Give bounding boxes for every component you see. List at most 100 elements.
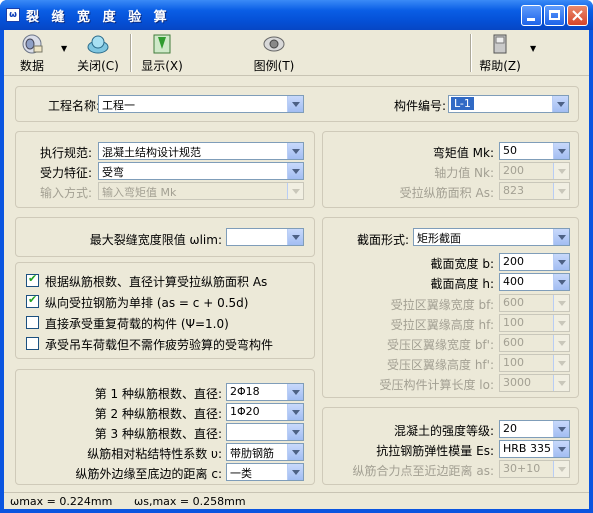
concrete-grade-value: 20 (503, 422, 517, 435)
rebar2-value: 1Φ20 (230, 405, 260, 418)
as-area-combo[interactable]: 823 (499, 182, 570, 200)
data-label: 数据 (19, 59, 44, 73)
tension-flange-width-label: 受拉区翼缘宽度 bf: (390, 298, 494, 312)
compression-flange-height-value: 100 (503, 356, 524, 369)
chevron-down-icon[interactable] (287, 163, 303, 179)
minimize-button[interactable] (521, 5, 542, 26)
data-dropdown-arrow-icon[interactable]: ▼ (61, 44, 67, 53)
rebar2-combo[interactable]: 1Φ20 (226, 403, 304, 421)
help-button[interactable]: 帮助(Z) (476, 32, 524, 74)
display-button[interactable]: 显示(X) (138, 32, 186, 74)
close-button[interactable]: 关闭(C) (74, 32, 122, 74)
chevron-down-icon[interactable] (553, 143, 569, 159)
close-window-button[interactable] (567, 5, 588, 26)
chevron-down-icon[interactable] (553, 163, 569, 179)
code-panel: 执行规范: 混凝土结构设计规范 受力特征: 受弯 输入方式: 输入弯矩值 Mk (15, 131, 315, 208)
checkbox-unchecked-icon[interactable] (26, 316, 39, 329)
project-panel: 工程名称: 工程一 构件编号: L-1 (15, 86, 579, 122)
rebar1-combo[interactable]: 2Φ18 (226, 383, 304, 401)
member-id-label: 构件编号: (393, 99, 446, 113)
title-bar[interactable]: ω 裂 缝 宽 度 验 算 (0, 0, 593, 30)
chevron-down-icon[interactable] (287, 96, 303, 112)
nk-combo[interactable]: 200 (499, 162, 570, 180)
compression-flange-height-combo[interactable]: 100 (499, 354, 570, 372)
concrete-grade-combo[interactable]: 20 (499, 420, 570, 438)
close-icon (572, 10, 583, 21)
section-shape-value: 矩形截面 (417, 232, 461, 245)
effective-length-combo[interactable]: 3000 (499, 374, 570, 392)
concrete-grade-label: 混凝土的强度等级: (393, 424, 494, 438)
data-button[interactable]: 数据 (12, 32, 52, 74)
rebar-centroid-combo[interactable]: 30+10 (499, 460, 570, 478)
chevron-down-icon[interactable] (287, 229, 303, 245)
chevron-down-icon[interactable] (287, 143, 303, 159)
bond-coeff-combo[interactable]: 带肋钢筋 (226, 443, 304, 461)
close-doc-icon (87, 35, 109, 54)
maximize-button[interactable] (544, 5, 565, 26)
chevron-down-icon[interactable] (553, 295, 569, 311)
chevron-down-icon[interactable] (553, 441, 569, 457)
help-book-icon (493, 34, 507, 54)
chevron-down-icon[interactable] (553, 274, 569, 290)
chevron-down-icon[interactable] (553, 421, 569, 437)
spec-combo[interactable]: 混凝土结构设计规范 (98, 142, 304, 160)
chevron-down-icon[interactable] (553, 229, 569, 245)
force-value: 受弯 (102, 166, 124, 179)
tension-flange-height-combo[interactable]: 100 (499, 314, 570, 332)
wmax-status: ωmax = 0.224mm (10, 495, 113, 508)
bond-coeff-value: 带肋钢筋 (230, 447, 274, 460)
checkbox-checked-icon[interactable] (26, 293, 39, 308)
chevron-down-icon[interactable] (552, 96, 568, 112)
checkbox-unchecked-icon[interactable] (26, 337, 39, 350)
member-id-combo[interactable]: L-1 (448, 95, 569, 113)
effective-length-label: 受压构件计算长度 lo: (379, 378, 494, 392)
chevron-down-icon[interactable] (287, 183, 303, 199)
status-bar: ωmax = 0.224mm ωs,max = 0.258mm (4, 492, 589, 509)
main-window: ω 裂 缝 宽 度 验 算 数据 ▼ 关闭(C) 显示(X) 图例(T) 帮助(… (0, 0, 593, 513)
nk-label: 轴力值 Nk: (434, 166, 494, 180)
mk-combo[interactable]: 50 (499, 142, 570, 160)
chevron-down-icon[interactable] (287, 424, 303, 440)
toolbar-separator (470, 34, 472, 72)
chevron-down-icon[interactable] (553, 315, 569, 331)
section-height-combo[interactable]: 400 (499, 273, 570, 291)
section-width-value: 200 (503, 255, 524, 268)
data-icon (22, 34, 43, 54)
chevron-down-icon[interactable] (553, 335, 569, 351)
tension-flange-width-combo[interactable]: 600 (499, 294, 570, 312)
force-combo[interactable]: 受弯 (98, 162, 304, 180)
close-label: 关闭(C) (77, 59, 119, 73)
tension-flange-height-value: 100 (503, 316, 524, 329)
help-dropdown-arrow-icon[interactable]: ▼ (530, 44, 536, 53)
chevron-down-icon[interactable] (287, 384, 303, 400)
section-shape-combo[interactable]: 矩形截面 (413, 228, 570, 246)
help-label: 帮助(Z) (479, 59, 521, 73)
chevron-down-icon[interactable] (553, 375, 569, 391)
input-mode-combo[interactable]: 输入弯矩值 Mk (98, 182, 304, 200)
input-mode-label: 输入方式: (39, 186, 92, 200)
section-width-combo[interactable]: 200 (499, 253, 570, 271)
project-name-combo[interactable]: 工程一 (98, 95, 304, 113)
compression-flange-width-combo[interactable]: 600 (499, 334, 570, 352)
checkbox-checked-icon[interactable] (26, 272, 39, 287)
chevron-down-icon[interactable] (553, 355, 569, 371)
rebar3-combo[interactable] (226, 423, 304, 441)
tension-flange-width-value: 600 (503, 296, 524, 309)
legend-button[interactable]: 图例(T) (250, 32, 298, 74)
chevron-down-icon[interactable] (553, 461, 569, 477)
chevron-down-icon[interactable] (287, 444, 303, 460)
cover-combo[interactable]: 一类 (226, 463, 304, 481)
as-area-label: 受拉纵筋面积 As: (399, 186, 494, 200)
chevron-down-icon[interactable] (287, 464, 303, 480)
option-crane-load-label: 承受吊车荷载但不需作疲劳验算的受弯构件 (45, 338, 274, 352)
chevron-down-icon[interactable] (287, 404, 303, 420)
crack-limit-combo[interactable] (226, 228, 304, 246)
steel-modulus-combo[interactable]: HRB 335 (499, 440, 570, 458)
legend-icon (263, 36, 285, 52)
chevron-down-icon[interactable] (553, 183, 569, 199)
project-name-label: 工程名称: (47, 99, 100, 113)
chevron-down-icon[interactable] (553, 254, 569, 270)
display-icon (153, 34, 171, 54)
option-compute-as-label: 根据纵筋根数、直径计算受拉纵筋面积 As (45, 275, 268, 289)
tension-flange-height-label: 受拉区翼缘高度 hf: (390, 318, 494, 332)
